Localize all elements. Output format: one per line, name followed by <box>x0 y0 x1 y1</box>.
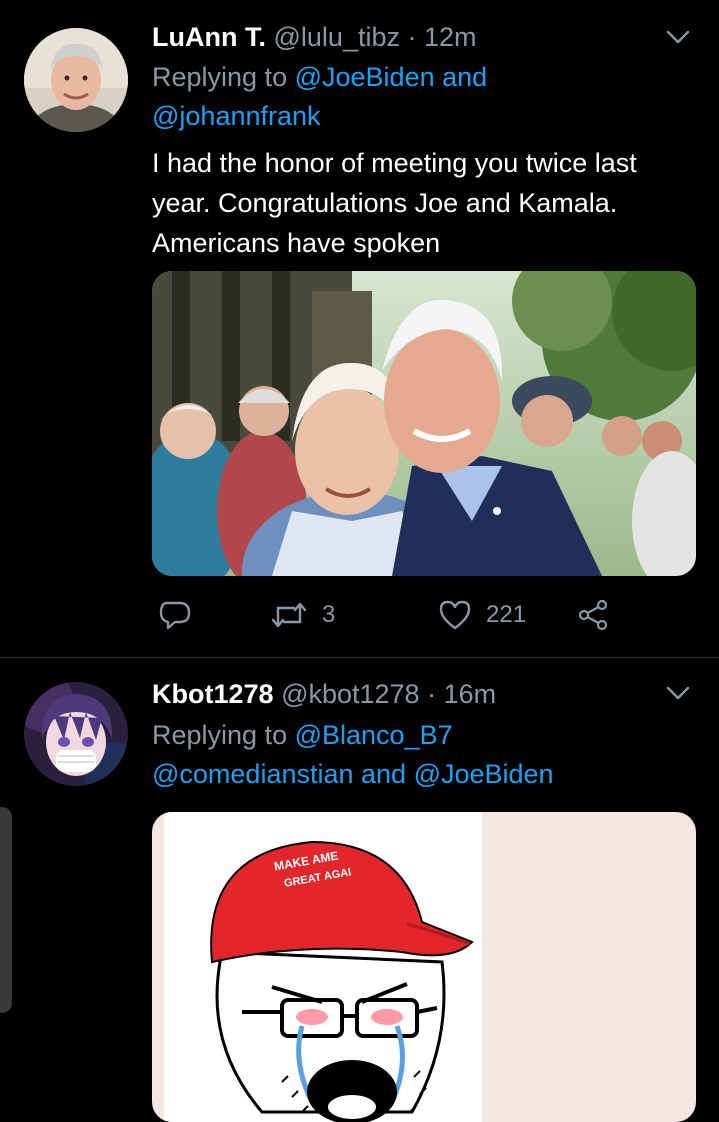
user-name[interactable]: LuAnn T. <box>152 22 266 52</box>
avatar-photo <box>24 28 128 132</box>
reply-mentions[interactable]: @comedianstian and @JoeBiden <box>152 759 554 789</box>
tweet-text-line: Americans have spoken <box>152 228 441 258</box>
like-icon <box>439 600 471 630</box>
avatar[interactable] <box>24 28 128 132</box>
user-name[interactable]: Kbot1278 <box>152 679 274 709</box>
side-scroll-tab[interactable] <box>0 807 12 1013</box>
share-icon <box>578 599 608 631</box>
tweet-2[interactable]: Kbot1278 @kbot1278 · 16m Replying to @Bl… <box>0 658 719 1122</box>
tweet-1[interactable]: LuAnn T. @lulu_tibz · 12m Replying to @J… <box>0 0 719 657</box>
timestamp[interactable]: 16m <box>444 679 497 709</box>
replying-to-label: Replying to <box>152 62 288 92</box>
crowd-photo <box>152 271 696 576</box>
tweet-meme-image[interactable]: MAKE AME GREAT AGAI <box>152 812 696 1122</box>
reply-mentions[interactable]: @JoeBiden and <box>295 62 488 92</box>
tweet-photo[interactable] <box>152 271 696 576</box>
retweet-icon <box>271 602 307 628</box>
avatar-anime <box>24 682 128 786</box>
like-count: 221 <box>486 601 527 628</box>
user-handle[interactable]: @lulu_tibz <box>274 22 400 52</box>
reply-icon <box>159 601 191 630</box>
retweet-count: 3 <box>322 601 336 628</box>
separator: · <box>427 679 437 709</box>
chevron-down-icon[interactable] <box>665 24 691 50</box>
tweet-text-line: year. Congratulations Joe and Kamala. <box>152 188 618 218</box>
like-button[interactable]: 221 <box>438 590 526 640</box>
share-button[interactable] <box>576 590 610 640</box>
reply-mention[interactable]: @Blanco_B7 <box>295 720 453 750</box>
avatar[interactable] <box>24 682 128 786</box>
reply-mention[interactable]: @johannfrank <box>152 101 321 131</box>
wojak-meme: MAKE AME GREAT AGAI <box>152 812 696 1122</box>
user-handle[interactable]: @kbot1278 <box>281 679 420 709</box>
chevron-down-icon[interactable] <box>665 680 691 706</box>
tweet-text-line: I had the honor of meeting you twice las… <box>152 148 637 178</box>
retweet-button[interactable]: 3 <box>270 590 335 640</box>
replying-to-label: Replying to <box>152 720 288 750</box>
separator: · <box>407 22 417 52</box>
reply-button[interactable] <box>158 590 192 640</box>
timestamp[interactable]: 12m <box>424 22 477 52</box>
